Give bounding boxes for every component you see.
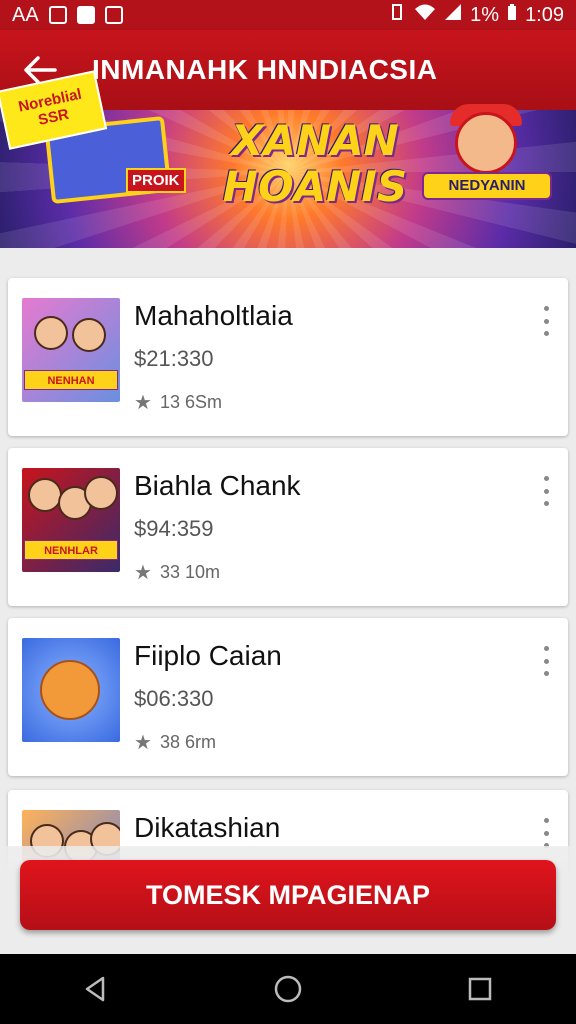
- battery-percent: 1%: [470, 3, 500, 26]
- character-face: [28, 478, 62, 512]
- thumbnail-badge: NENHAN: [24, 370, 118, 390]
- character-face: [34, 316, 68, 350]
- system-nav-bar: [0, 954, 576, 1024]
- item-thumbnail: [22, 638, 120, 742]
- item-price: $94:359: [134, 516, 214, 541]
- gallery-icon: [48, 6, 67, 24]
- nav-home-button[interactable]: [258, 959, 318, 1019]
- item-title: Mahaholtlaia: [134, 300, 293, 331]
- shield-icon: [76, 6, 95, 24]
- more-options-button[interactable]: [538, 306, 554, 336]
- banner-ribbon: NEDYANIN: [422, 172, 552, 200]
- battery-icon: [507, 3, 517, 27]
- hero-character-illustration: [455, 112, 517, 174]
- item-price: $21:330: [134, 346, 214, 371]
- star-icon: ★: [134, 391, 152, 414]
- wifi-icon: [414, 3, 436, 27]
- item-meta: ★ 38 6rm: [134, 732, 216, 753]
- download-icon: [104, 6, 123, 24]
- item-meta-text: 13 6Sm: [159, 392, 222, 412]
- character-face: [84, 476, 118, 510]
- item-meta: ★ 13 6Sm: [134, 392, 222, 413]
- banner-title-line1: XANAN: [231, 116, 399, 165]
- status-bar-left: AA: [12, 4, 388, 27]
- triangle-back-icon: [85, 976, 105, 1002]
- circle-home-icon: [274, 975, 302, 1003]
- list-item[interactable]: Fiiplo Caian $06:330 ★ 38 6rm: [8, 618, 568, 776]
- item-thumbnail: NENHLAR: [22, 468, 120, 572]
- list-item[interactable]: NENHLAR Biahla Chank $94:359 ★ 33 10m: [8, 448, 568, 606]
- nav-recents-button[interactable]: [450, 959, 510, 1019]
- item-title: Dikatashian: [134, 812, 281, 843]
- page-title: INMANAHK HNNDIACSIA: [92, 54, 438, 85]
- vibrate-icon: [388, 3, 406, 27]
- thumbnail-badge: NENHLAR: [24, 540, 118, 560]
- item-thumbnail: NENHAN: [22, 298, 120, 402]
- more-options-button[interactable]: [538, 818, 554, 848]
- banner-title: XANAN HOANIS: [215, 118, 415, 210]
- banner-title-line2: HOANIS: [222, 162, 408, 211]
- item-title: Fiiplo Caian: [134, 640, 282, 671]
- item-price: $06:330: [134, 686, 214, 711]
- item-title: Biahla Chank: [134, 470, 301, 501]
- banner-tv-label: PROIK: [126, 168, 186, 193]
- item-meta-text: 38 6rm: [159, 732, 216, 752]
- item-meta: ★ 33 10m: [134, 562, 220, 583]
- nav-back-button[interactable]: [66, 959, 126, 1019]
- status-bar: AA 1% 1:09: [0, 0, 576, 30]
- more-options-button[interactable]: [538, 646, 554, 676]
- character-face: [72, 318, 106, 352]
- primary-cta-button[interactable]: TOMESK MPAGIENAP: [20, 860, 556, 930]
- mascot-face: [40, 660, 100, 720]
- status-bar-right: 1% 1:09: [388, 3, 564, 27]
- signal-icon: [444, 3, 462, 27]
- square-recents-icon: [468, 977, 492, 1001]
- star-icon: ★: [134, 731, 152, 754]
- more-options-button[interactable]: [538, 476, 554, 506]
- status-time: 1:09: [525, 3, 564, 26]
- status-app-text: AA: [12, 3, 39, 26]
- item-meta-text: 33 10m: [159, 562, 220, 582]
- star-icon: ★: [134, 561, 152, 584]
- list-item[interactable]: NENHAN Mahaholtlaia $21:330 ★ 13 6Sm: [8, 278, 568, 436]
